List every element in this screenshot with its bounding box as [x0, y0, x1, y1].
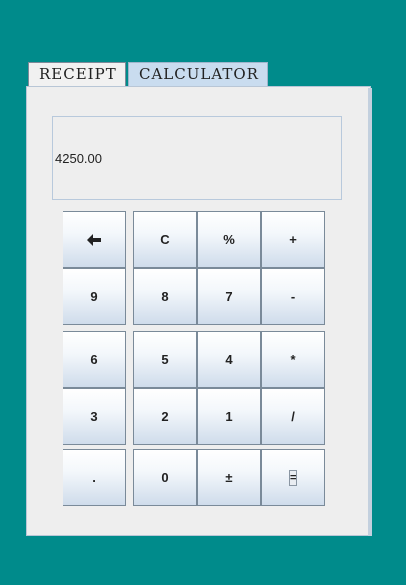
plus-minus-button[interactable]: ± [197, 449, 261, 506]
minus-button[interactable]: - [261, 268, 325, 325]
digit-5-button[interactable]: 5 [133, 331, 197, 388]
digit-2-button[interactable]: 2 [133, 388, 197, 445]
digit-9-button[interactable]: 9 [63, 268, 126, 325]
panel-shadow-edge [368, 88, 372, 536]
digit-8-button[interactable]: 8 [133, 268, 197, 325]
digit-6-button[interactable]: 6 [63, 331, 126, 388]
digit-7-button[interactable]: 7 [197, 268, 261, 325]
digit-0-button[interactable]: 0 [133, 449, 197, 506]
percent-button[interactable]: % [197, 211, 261, 268]
display-value: 4250.00 [55, 151, 102, 166]
digit-4-button[interactable]: 4 [197, 331, 261, 388]
backspace-button[interactable] [63, 211, 126, 268]
digit-1-button[interactable]: 1 [197, 388, 261, 445]
equals-label: = [289, 469, 297, 486]
decimal-point-button[interactable]: . [63, 449, 126, 506]
calculator-display: 4250.00 [52, 116, 342, 200]
backspace-icon [87, 233, 101, 246]
divide-button[interactable]: / [261, 388, 325, 445]
tab-calculator[interactable]: CALCULATOR [128, 62, 268, 86]
digit-3-button[interactable]: 3 [63, 388, 126, 445]
plus-button[interactable]: + [261, 211, 325, 268]
multiply-button[interactable]: * [261, 331, 325, 388]
clear-button[interactable]: C [133, 211, 197, 268]
equals-button[interactable]: = [261, 449, 325, 506]
tab-receipt[interactable]: RECEIPT [28, 62, 126, 86]
